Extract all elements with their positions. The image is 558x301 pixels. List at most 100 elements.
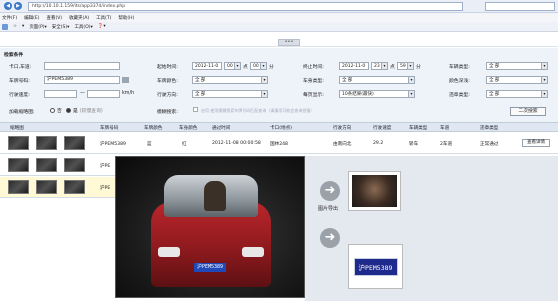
load-thumb-label: 加载缩略图: <box>9 110 35 115</box>
thumbnail-image[interactable] <box>36 136 57 150</box>
plate-color-label: 车牌颜色: <box>157 79 178 84</box>
menu-bar: 文件(F) 编辑(E) 查看(V) 收藏夹(A) 工具(T) 帮助(H) <box>0 13 558 22</box>
col-body-color[interactable]: 车身颜色 <box>179 125 197 131</box>
direction-select[interactable]: 全 部 ▾ <box>192 90 268 98</box>
start-date-input[interactable]: 2012-11-0 <box>192 62 222 70</box>
driver-figure <box>204 181 226 211</box>
speed-min-input[interactable] <box>44 90 77 98</box>
col-direction[interactable]: 行驶方向 <box>333 125 351 131</box>
search-panel: 检索条件 卡口,车道: 车牌号码: 沪PEM5389 行驶速度: — km/h … <box>0 48 558 122</box>
menu-file[interactable]: 文件(F) <box>2 15 17 21</box>
end-hour-select[interactable]: 23 ▾ <box>371 62 388 70</box>
back-icon[interactable]: ◀ <box>4 2 12 10</box>
menu-tools[interactable]: 工具(T) <box>96 15 111 21</box>
end-time-label: 终止时间: <box>303 65 324 70</box>
collapse-button[interactable]: ••• <box>278 39 300 46</box>
page-size-label: 每页显示: <box>303 93 324 98</box>
second-search-button[interactable]: 二次搜索 <box>510 107 546 116</box>
export-image-link[interactable]: 图片导出 <box>318 205 338 212</box>
face-image <box>352 175 397 207</box>
col-violation[interactable]: 违章类型 <box>480 125 498 131</box>
hour-unit-2: 点 <box>390 65 395 70</box>
checkpoint-input[interactable] <box>44 62 120 70</box>
cell-time: 2012-11-08 00:00:58 <box>212 141 261 146</box>
fav-dropdown[interactable]: ▾ <box>22 24 24 29</box>
thumbnail-image[interactable] <box>64 180 85 194</box>
thumbnail-image[interactable] <box>8 136 29 150</box>
plate-crop[interactable]: 沪PEM5389 <box>348 244 403 289</box>
vehicle-photo-popup[interactable]: 沪PEM5389 <box>115 156 305 298</box>
car-type-label: 车身类型: <box>303 79 324 84</box>
plate-color-select[interactable]: 全 部 ▾ <box>192 76 268 84</box>
col-lane[interactable]: 车道 <box>440 125 449 131</box>
keyboard-icon[interactable] <box>122 77 129 83</box>
plate-label: 车牌号码: <box>9 79 30 84</box>
page-menu[interactable]: 页面(P)▾ <box>29 24 46 30</box>
address-text: http://10.10.1.159/its/app3374/index.php <box>32 4 126 9</box>
cell-location: 国林248 <box>270 142 288 147</box>
color-depth-select[interactable]: 全 部 ▾ <box>486 76 548 84</box>
thumbnail-image[interactable] <box>64 158 85 172</box>
vehicle-type-select[interactable]: 全 部 ▾ <box>486 62 548 70</box>
col-time[interactable]: 通过时间 <box>212 125 230 131</box>
thumbnail-image[interactable] <box>36 158 57 172</box>
end-min-select[interactable]: 59 ▾ <box>397 62 414 70</box>
thumbnail-image[interactable] <box>8 158 29 172</box>
start-min-select[interactable]: 00 ▾ <box>250 62 267 70</box>
cell-lane: 2车道 <box>440 142 453 147</box>
radio-no[interactable]: 否 <box>50 107 62 114</box>
col-vehicle-type[interactable]: 车辆类型 <box>409 125 427 131</box>
page-size-select[interactable]: 10条结果(最快) ▾ <box>339 90 415 98</box>
fuzzy-hint: 启用 使用模糊搜索车牌号码匹配查询（请慎用可能会查询很慢） <box>201 108 315 113</box>
cell-direction: 由南向北 <box>333 142 352 147</box>
tools-menu[interactable]: 工具(O)▾ <box>74 24 92 30</box>
checkpoint-label: 卡口,车道: <box>9 65 32 70</box>
car-type-select[interactable]: 全 部 ▾ <box>339 76 415 84</box>
menu-edit[interactable]: 编辑(E) <box>24 15 39 21</box>
menu-help[interactable]: 帮助(H) <box>118 15 134 21</box>
forward-icon[interactable]: ▶ <box>14 2 22 10</box>
fuzzy-checkbox[interactable] <box>193 107 198 112</box>
table-row[interactable]: 沪PEM5389 蓝 红 2012-11-08 00:00:58 国林248 由… <box>0 133 558 154</box>
violation-select[interactable]: 全 部 ▾ <box>486 90 548 98</box>
min-unit: 分 <box>269 65 274 70</box>
thumbnail-image[interactable] <box>36 180 57 194</box>
arrow-right-icon[interactable]: ➜ <box>320 181 340 201</box>
col-location[interactable]: 卡口(地点) <box>270 125 292 131</box>
cell-plate: 沪PEM5389 <box>100 142 126 147</box>
cell-speed: 29.2 <box>373 141 384 146</box>
arrow-right-icon[interactable]: ➜ <box>320 228 340 248</box>
view-detail-button[interactable]: 查看详情 <box>522 139 550 147</box>
thumbnail-image[interactable] <box>8 180 29 194</box>
help-menu[interactable]: ❓▾ <box>98 24 106 29</box>
col-thumb[interactable]: 缩略图 <box>10 125 24 131</box>
col-speed[interactable]: 行驶速度 <box>373 125 391 131</box>
plate-image: 沪PEM5389 <box>353 257 398 276</box>
cell-plate: 沪PE <box>100 164 111 169</box>
col-plate[interactable]: 车牌号码 <box>100 125 118 131</box>
search-title: 检索条件 <box>4 53 24 58</box>
radio-yes[interactable]: 是 (较慢查询) <box>66 107 103 114</box>
menu-favorites[interactable]: 收藏夹(A) <box>69 15 89 21</box>
browser-search-input[interactable] <box>485 2 555 11</box>
thumbnail-image[interactable] <box>64 136 85 150</box>
address-bar[interactable]: http://10.10.1.159/its/app3374/index.php <box>28 2 463 11</box>
command-bar: ☆ ▾ 页面(P)▾ 安全(S)▾ 工具(O)▾ ❓▾ <box>0 22 558 32</box>
speed-dash: — <box>80 91 85 96</box>
color-depth-label: 颜色深浅: <box>449 79 470 84</box>
face-crop[interactable] <box>348 171 401 211</box>
menu-view[interactable]: 查看(V) <box>46 15 62 21</box>
plate-input[interactable]: 沪PEM5389 <box>44 76 120 84</box>
car-plate: 沪PEM5389 <box>194 263 226 272</box>
hour-unit: 点 <box>243 65 248 70</box>
start-hour-select[interactable]: 00 ▾ <box>224 62 241 70</box>
col-plate-color[interactable]: 车牌颜色 <box>144 125 162 131</box>
safety-menu[interactable]: 安全(S)▾ <box>52 24 70 30</box>
end-date-input[interactable]: 2012-11-0 <box>339 62 369 70</box>
headlight-right <box>242 247 264 257</box>
min-unit-2: 分 <box>416 65 421 70</box>
fav-star[interactable]: ☆ <box>13 24 17 29</box>
speed-max-input[interactable] <box>87 90 120 98</box>
home-icon[interactable] <box>2 23 8 30</box>
cell-vehicle-type: 轿车 <box>409 142 419 147</box>
